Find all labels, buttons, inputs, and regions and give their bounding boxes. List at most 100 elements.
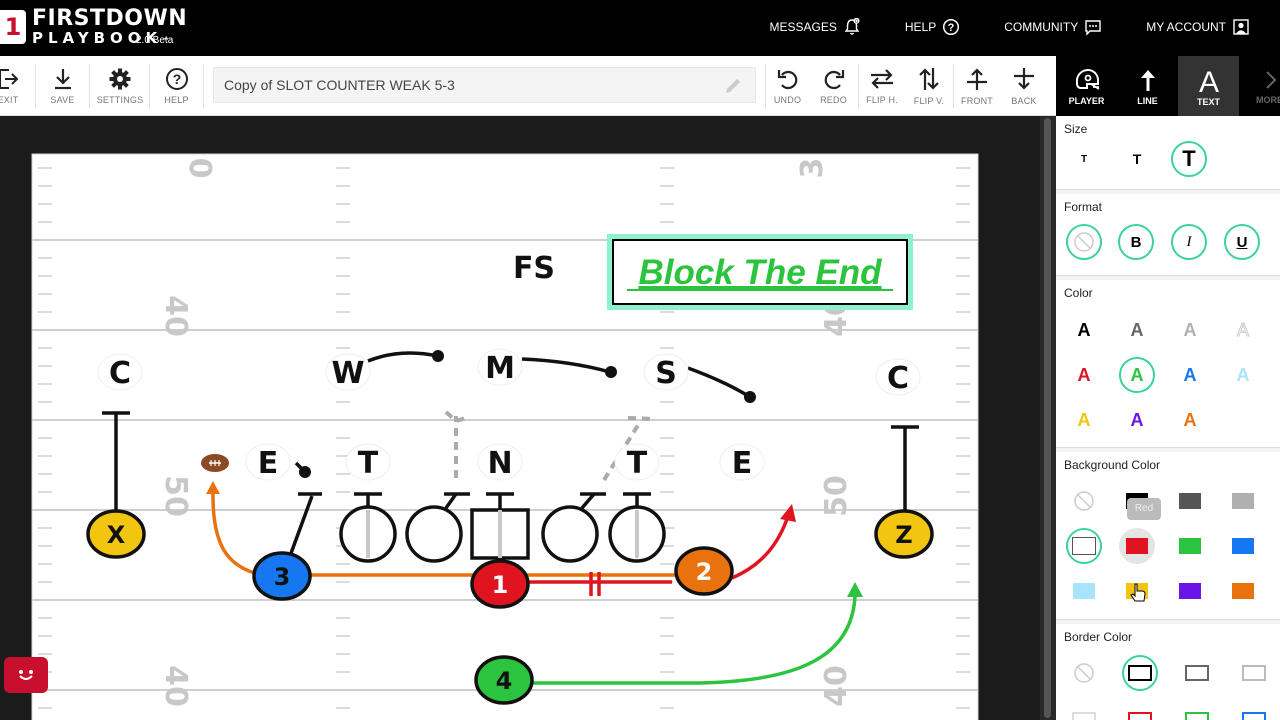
text-color-blue[interactable]: A: [1172, 357, 1208, 393]
bg-color-purple[interactable]: [1172, 573, 1208, 609]
send-to-back-button[interactable]: BACK: [1001, 56, 1047, 116]
settings-button[interactable]: SETTINGS: [94, 56, 146, 116]
yard-number: 40: [158, 295, 193, 337]
player-3[interactable]: 3: [252, 551, 312, 601]
helmet-icon: [1075, 68, 1099, 90]
player-4[interactable]: 4: [474, 655, 534, 705]
tab-line[interactable]: LINE: [1117, 56, 1178, 116]
format-bold-option[interactable]: B: [1118, 224, 1154, 260]
save-button[interactable]: SAVE: [40, 56, 85, 116]
border-color-none[interactable]: [1066, 655, 1102, 691]
text-color-dark-gray[interactable]: A: [1119, 312, 1155, 348]
community-link[interactable]: COMMUNITY: [1004, 14, 1102, 40]
redo-button[interactable]: REDO: [811, 56, 856, 116]
border-color-blue[interactable]: [1236, 702, 1272, 720]
scrollbar-thumb[interactable]: [1044, 118, 1051, 718]
bg-color-green[interactable]: [1172, 528, 1208, 564]
svg-text:1: 1: [492, 571, 509, 599]
player-c-right[interactable]: C: [875, 358, 921, 396]
help-link[interactable]: HELP ?: [905, 14, 960, 40]
size-medium-option[interactable]: T: [1119, 141, 1155, 177]
my-account-link[interactable]: MY ACCOUNT: [1146, 14, 1250, 40]
tab-more[interactable]: MORE: [1239, 56, 1280, 116]
svg-text:C: C: [109, 356, 131, 391]
border-color-light-gray[interactable]: [1066, 702, 1102, 720]
format-underline-option[interactable]: U: [1224, 224, 1260, 260]
exit-button[interactable]: EXIT: [0, 56, 30, 116]
chatbot-button[interactable]: [4, 657, 48, 693]
question-circle-icon: ?: [942, 18, 960, 36]
text-color-orange[interactable]: A: [1172, 402, 1208, 438]
play-title-field[interactable]: Copy of SLOT COUNTER WEAK 5-3: [213, 67, 756, 103]
bg-color-none[interactable]: [1066, 483, 1102, 519]
player-t-right[interactable]: T: [614, 443, 660, 481]
svg-text:M: M: [485, 351, 515, 386]
bg-color-gray[interactable]: [1225, 483, 1261, 519]
pencil-icon[interactable]: [723, 76, 743, 96]
undo-button[interactable]: UNDO: [765, 56, 810, 116]
bg-color-blue[interactable]: [1225, 528, 1261, 564]
football-icon[interactable]: [201, 454, 229, 472]
text-color-green[interactable]: A: [1119, 357, 1155, 393]
format-section-title: Format: [1064, 200, 1103, 214]
exit-label: EXIT: [0, 95, 19, 105]
flip-vertical-button[interactable]: FLIP V.: [906, 56, 952, 116]
play-canvas[interactable]: 0 3 40 40 50 50 40 40 Block The End C W …: [0, 116, 1040, 720]
download-icon: [54, 69, 71, 90]
swap-horizontal-icon: [871, 69, 893, 89]
bg-color-orange[interactable]: [1225, 573, 1261, 609]
size-small-option[interactable]: T: [1066, 141, 1102, 177]
text-box-block-the-end[interactable]: Block The End: [607, 234, 913, 310]
canvas-scrollbar[interactable]: [1040, 116, 1056, 720]
text-color-red[interactable]: A: [1066, 357, 1102, 393]
flip-vertical-label: FLIP V.: [913, 96, 945, 106]
player-w[interactable]: W: [325, 353, 371, 391]
text-color-black[interactable]: A: [1066, 312, 1102, 348]
tab-player[interactable]: PLAYER: [1056, 56, 1117, 116]
format-none-option[interactable]: [1066, 224, 1102, 260]
bg-color-white[interactable]: [1066, 528, 1102, 564]
format-italic-option[interactable]: I: [1171, 224, 1207, 260]
player-c-left[interactable]: C: [97, 353, 143, 391]
chat-bubble-icon: [1084, 18, 1102, 36]
player-n[interactable]: N: [477, 443, 523, 481]
messages-link[interactable]: MESSAGES 0: [769, 14, 860, 40]
help-label: HELP: [904, 20, 937, 34]
football-field[interactable]: 0 3 40 40 50 50 40 40 Block The End C W …: [0, 116, 1040, 720]
border-color-green[interactable]: [1179, 702, 1215, 720]
help-button[interactable]: ? HELP: [154, 56, 199, 116]
svg-text:C: C: [887, 361, 909, 396]
border-color-dark-gray[interactable]: [1179, 655, 1215, 691]
border-color-red[interactable]: [1122, 702, 1158, 720]
tab-text[interactable]: A TEXT: [1178, 56, 1239, 116]
border-color-gray[interactable]: [1236, 655, 1272, 691]
top-nav: MESSAGES 0 HELP ? COMMUNITY MY ACCOUNT: [725, 14, 1250, 40]
player-e-right[interactable]: E: [719, 443, 765, 481]
player-z[interactable]: Z: [874, 509, 934, 559]
bg-color-dark-gray[interactable]: [1172, 483, 1208, 519]
community-label: COMMUNITY: [1004, 20, 1079, 34]
player-fs[interactable]: FS: [513, 251, 555, 286]
bg-color-light-blue[interactable]: [1066, 573, 1102, 609]
player-x[interactable]: X: [86, 509, 146, 559]
flip-horizontal-button[interactable]: FLIP H.: [859, 56, 905, 116]
bg-color-red[interactable]: [1119, 528, 1155, 564]
svg-text:3: 3: [274, 563, 291, 591]
bring-to-front-button[interactable]: FRONT: [954, 56, 1000, 116]
size-section: Size T T T: [1056, 116, 1280, 190]
text-color-yellow[interactable]: A: [1066, 402, 1102, 438]
player-1[interactable]: 1: [470, 559, 530, 609]
player-2[interactable]: 2: [674, 546, 734, 596]
text-color-gray[interactable]: A: [1172, 312, 1208, 348]
border-color-black[interactable]: [1122, 655, 1158, 691]
text-color-purple[interactable]: A: [1119, 402, 1155, 438]
player-m[interactable]: M: [477, 348, 523, 386]
text-color-light-gray[interactable]: A: [1225, 312, 1261, 348]
player-t-left[interactable]: T: [345, 443, 391, 481]
text-color-light-blue[interactable]: A: [1225, 357, 1261, 393]
player-s[interactable]: S: [643, 353, 689, 391]
color-tooltip: Red: [1127, 498, 1161, 520]
player-e-left[interactable]: E: [245, 443, 291, 481]
text-box-label: Block The End: [638, 253, 882, 292]
size-large-option[interactable]: T: [1171, 141, 1207, 177]
